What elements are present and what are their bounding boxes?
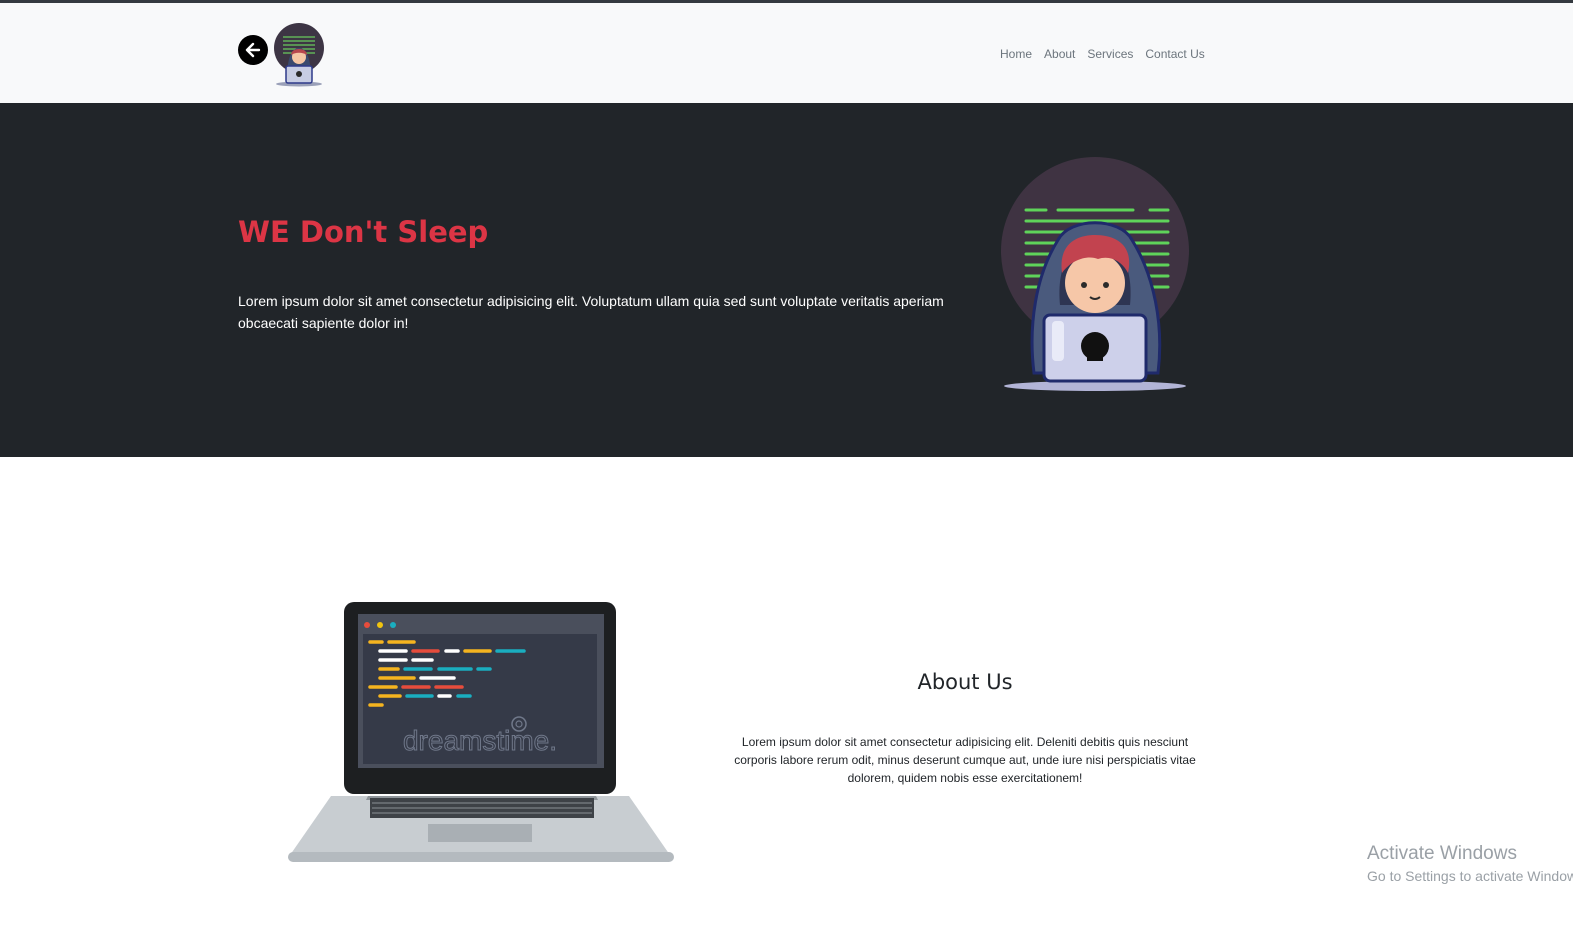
keyboard	[370, 798, 594, 818]
about-text: Lorem ipsum dolor sit amet consectetur a…	[734, 735, 1196, 785]
hero-section: WE Don't Sleep Lorem ipsum dolor sit ame…	[0, 103, 1573, 457]
hero-title: WE Don't Sleep	[238, 215, 489, 249]
windows-activation-watermark: Activate Windows Go to Settings to activ…	[1367, 842, 1573, 886]
laptop-code-illustration: dreamstime.	[288, 602, 674, 862]
watermark-title: Activate Windows	[1367, 843, 1517, 864]
back-button[interactable]	[238, 35, 268, 65]
hacker-logo[interactable]	[273, 22, 325, 88]
nav-contact[interactable]: Contact Us	[1145, 47, 1204, 61]
nav-services[interactable]: Services	[1087, 47, 1133, 61]
hero-text: Lorem ipsum dolor sit amet consectetur a…	[238, 293, 944, 331]
nav-about[interactable]: About	[1044, 47, 1075, 61]
hacker-illustration	[1001, 157, 1189, 391]
navbar: Home About Services Contact Us	[0, 3, 1573, 103]
about-title: About Us	[917, 670, 1013, 694]
arrow-left-icon	[245, 42, 261, 58]
nav-home[interactable]: Home	[1000, 47, 1032, 61]
dreamstime-watermark: dreamstime.	[403, 725, 557, 756]
watermark-subtitle: Go to Settings to activate Windows.	[1367, 868, 1573, 884]
nav-links: Home About Services Contact Us	[1000, 47, 1205, 61]
